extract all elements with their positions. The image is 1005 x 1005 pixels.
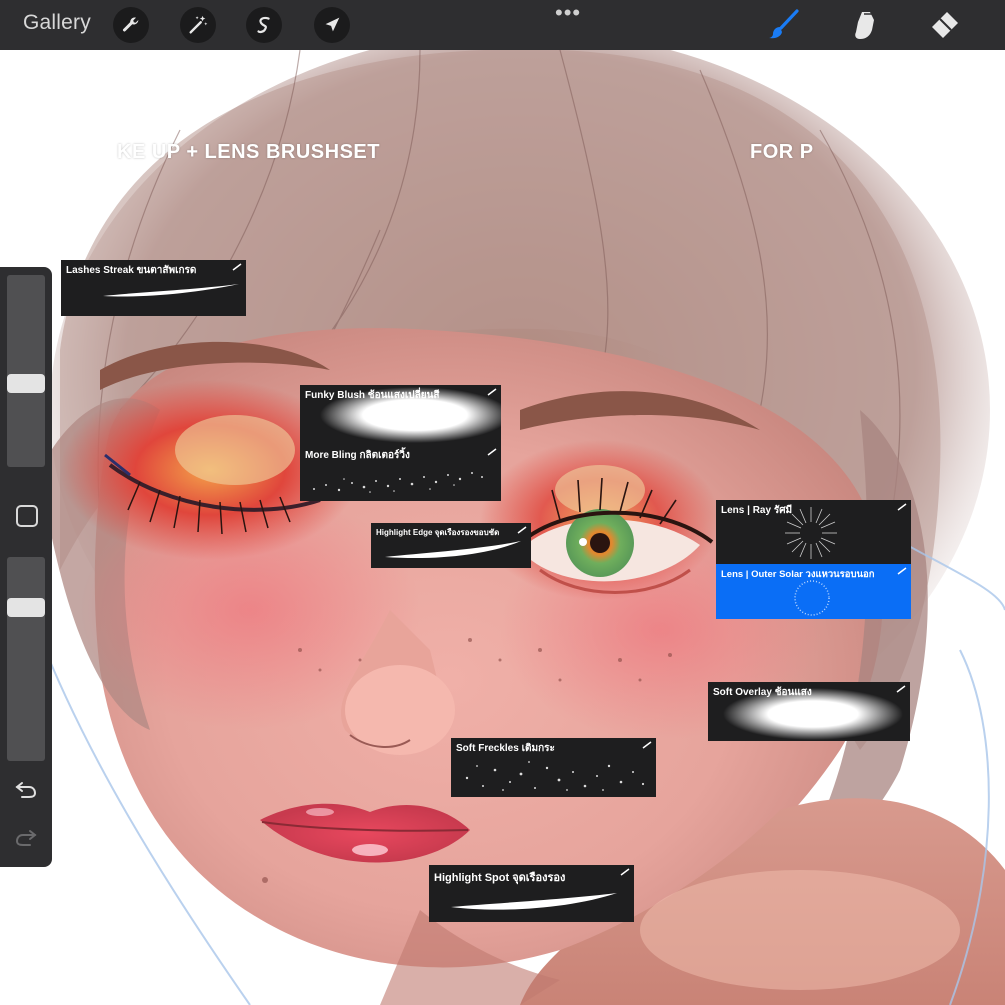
brush-name: Soft Freckles เติมกระ [456,743,555,754]
brush-stroke-preview [103,284,239,297]
redo-icon[interactable] [14,825,38,849]
sidebar [0,267,52,867]
headline-right: FOR P [750,141,814,163]
wrench-icon[interactable] [113,7,149,43]
brush-card-lens-outer-solar[interactable]: Lens | Outer Solar วงแหวนรอบนอก [716,564,911,619]
brush-size-slider[interactable] [7,275,45,467]
brush-stroke-preview [451,893,617,910]
eraser-icon[interactable] [928,8,962,42]
feather-icon [620,868,630,876]
brush-stroke-preview [723,688,903,740]
brush-stroke-preview [385,541,521,559]
brush-icon[interactable] [767,8,801,42]
brush-size-slider-thumb[interactable] [7,373,45,393]
feather-icon [517,526,527,534]
gallery-button[interactable]: Gallery [23,11,91,35]
drawing-canvas[interactable]: KE UP + LENS BRUSHSET FOR P Lashes Strea… [0,50,1005,1005]
more-options-button[interactable]: ••• [555,2,581,24]
brush-name: Lashes Streak ขนตาสัพเกรด [66,265,197,276]
headline-left: KE UP + LENS BRUSHSET [117,141,380,163]
brush-card-lens-ray[interactable]: Lens | Ray รัศมี [716,500,911,565]
transform-arrow-icon[interactable] [314,7,350,43]
brush-stroke-preview [794,580,830,616]
feather-icon [487,448,497,456]
brush-card-more-bling[interactable]: More Bling กลิตเตอร์วิ้ง [300,445,501,501]
undo-icon[interactable] [14,777,38,801]
selection-icon[interactable] [246,7,282,43]
top-toolbar: Gallery ••• [0,0,1005,50]
feather-icon [897,567,907,575]
brush-opacity-slider-thumb[interactable] [7,597,45,617]
brush-name: Highlight Edge จุดเรืองรองขอบชัด [376,528,500,537]
modify-square-icon[interactable] [16,505,38,527]
brush-name: More Bling กลิตเตอร์วิ้ง [305,450,410,461]
brush-card-highlight-spot[interactable]: Highlight Spot จุดเรืองรอง [429,865,634,922]
feather-icon [232,263,242,271]
magic-wand-icon[interactable] [180,7,216,43]
brush-opacity-slider[interactable] [7,557,45,761]
brush-stroke-preview [320,387,501,443]
brush-stroke-preview [313,472,483,493]
brush-stroke-preview [785,507,837,559]
brush-card-soft-overlay[interactable]: Soft Overlay ช้อนแสง [708,682,910,741]
brush-card-soft-freckles[interactable]: Soft Freckles เติมกระ [451,738,656,797]
brush-name: Highlight Spot จุดเรืองรอง [434,872,566,884]
smudge-icon[interactable] [848,8,882,42]
brush-card-highlight-edge[interactable]: Highlight Edge จุดเรืองรองขอบชัด [371,523,531,568]
brush-card-lashes-streak[interactable]: Lashes Streak ขนตาสัพเกรด [61,260,246,316]
feather-icon [897,503,907,511]
feather-icon [642,741,652,749]
brush-stroke-preview [465,761,645,791]
